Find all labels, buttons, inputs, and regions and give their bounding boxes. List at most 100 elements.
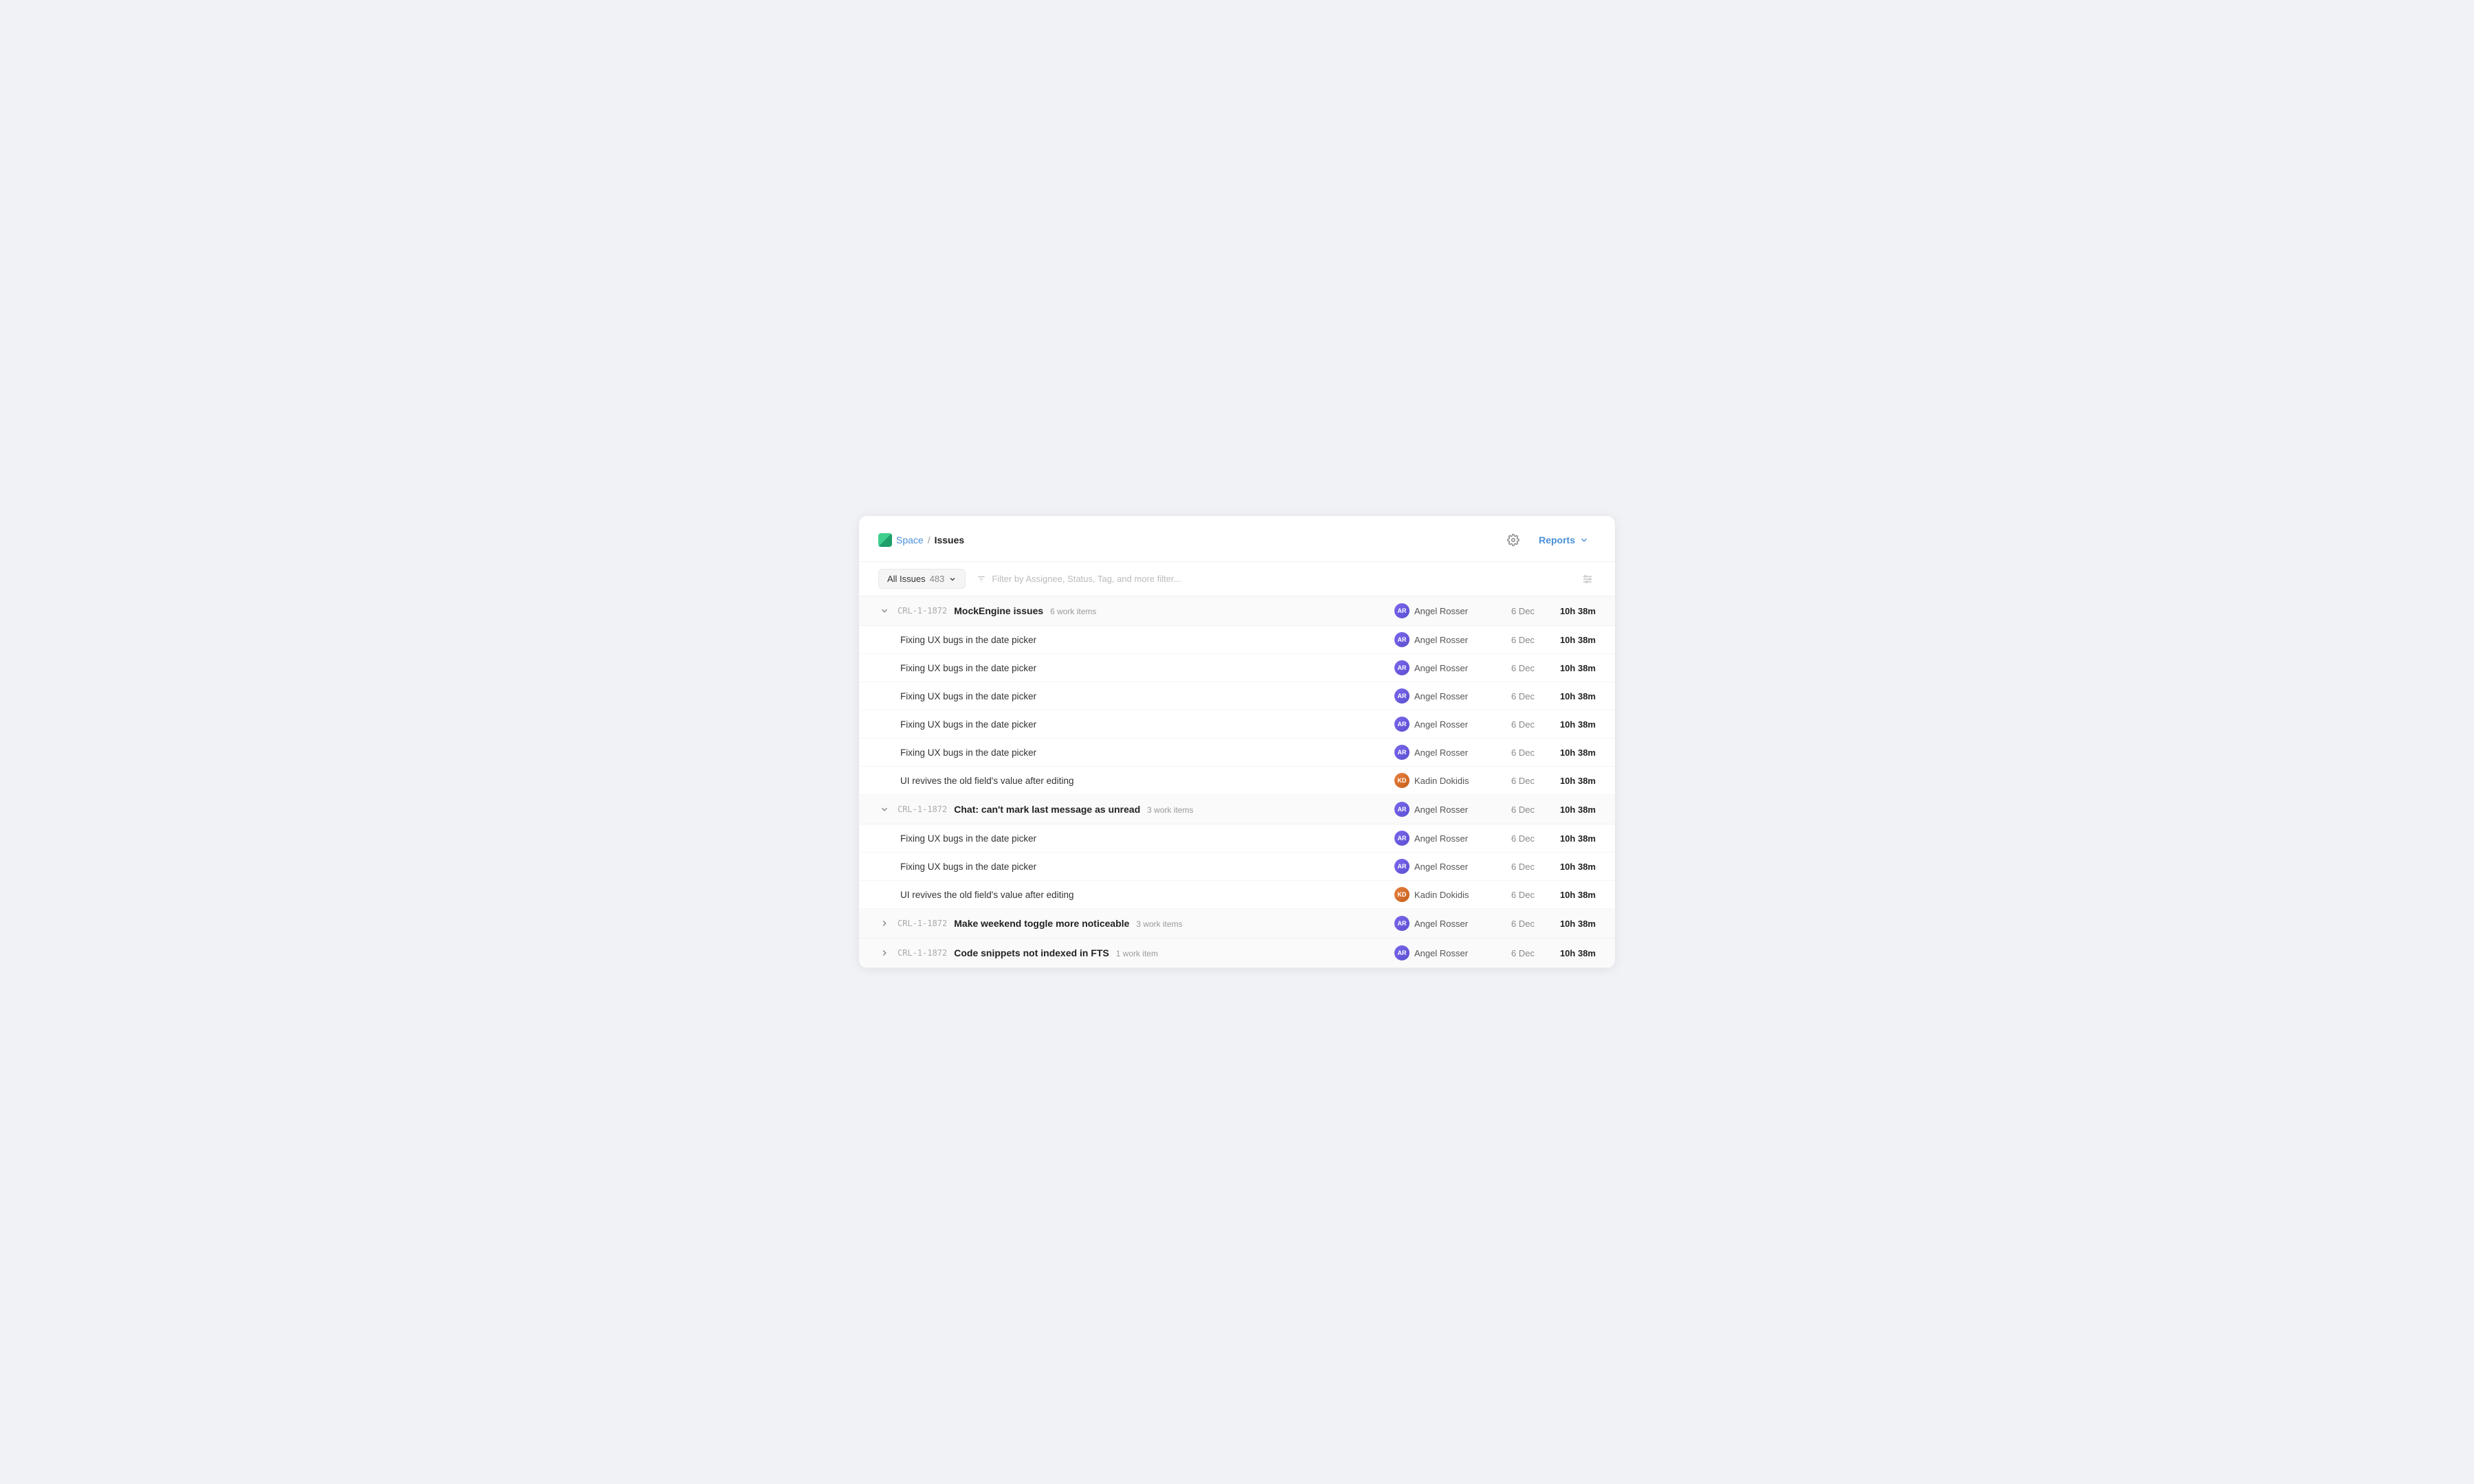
settings-button[interactable] [1503, 530, 1524, 550]
time-cell: 10h 38m [1551, 635, 1596, 645]
time-cell: 10h 38m [1551, 776, 1596, 786]
table-row[interactable]: Fixing UX bugs in the date picker AR Ang… [859, 654, 1615, 682]
filter-settings-button[interactable] [1579, 571, 1596, 587]
issues-table: CRL-1-1872 MockEngine issues 6 work item… [859, 596, 1615, 968]
assignee-name: Angel Rosser [1414, 948, 1468, 958]
breadcrumb-separator: / [928, 535, 930, 546]
group-meta: AR Angel Rosser 6 Dec 10h 38m [1394, 802, 1596, 817]
row-meta: KD Kadin Dokidis 6 Dec 10h 38m [1394, 887, 1596, 902]
work-items-badge: 3 work items [1136, 919, 1182, 929]
avatar: AR [1394, 802, 1409, 817]
group-id: CRL-1-1872 [898, 606, 947, 616]
table-row[interactable]: Fixing UX bugs in the date picker AR Ang… [859, 739, 1615, 767]
time-cell: 10h 38m [1551, 691, 1596, 701]
group-row[interactable]: CRL-1-1872 Make weekend toggle more noti… [859, 909, 1615, 938]
work-items-badge: 6 work items [1050, 607, 1096, 616]
all-issues-filter-button[interactable]: All Issues 483 [878, 569, 966, 589]
assignee-cell: KD Kadin Dokidis [1394, 887, 1484, 902]
filter-area: Filter by Assignee, Status, Tag, and mor… [977, 574, 1568, 584]
assignee-name: Angel Rosser [1414, 805, 1468, 815]
table-row[interactable]: UI revives the old field's value after e… [859, 767, 1615, 795]
row-title: Fixing UX bugs in the date picker [900, 719, 1388, 730]
date-cell: 6 Dec [1500, 635, 1535, 645]
header: Space / Issues Reports [859, 516, 1615, 562]
assignee-cell: AR Angel Rosser [1394, 632, 1484, 647]
filter-label: All Issues [887, 574, 926, 584]
main-card: Space / Issues Reports All Issues 483 [859, 516, 1615, 968]
date-cell: 6 Dec [1500, 719, 1535, 730]
assignee-cell: AR Angel Rosser [1394, 745, 1484, 760]
filter-placeholder: Filter by Assignee, Status, Tag, and mor… [992, 574, 1181, 584]
date-cell: 6 Dec [1500, 663, 1535, 673]
avatar: AR [1394, 945, 1409, 960]
table-row[interactable]: Fixing UX bugs in the date picker AR Ang… [859, 853, 1615, 881]
date-cell: 6 Dec [1500, 833, 1535, 844]
time-cell: 10h 38m [1551, 606, 1596, 616]
assignee-name: Angel Rosser [1414, 719, 1468, 730]
space-icon [878, 533, 892, 547]
time-cell: 10h 38m [1551, 747, 1596, 758]
table-row[interactable]: Fixing UX bugs in the date picker AR Ang… [859, 710, 1615, 739]
table-row[interactable]: Fixing UX bugs in the date picker AR Ang… [859, 626, 1615, 654]
chevron-down-icon [1579, 535, 1589, 545]
table-row[interactable]: Fixing UX bugs in the date picker AR Ang… [859, 682, 1615, 710]
row-title: Fixing UX bugs in the date picker [900, 691, 1388, 701]
avatar: AR [1394, 660, 1409, 675]
avatar: AR [1394, 688, 1409, 704]
assignee-name: Kadin Dokidis [1414, 776, 1469, 786]
space-link[interactable]: Space [896, 535, 924, 546]
assignee-name: Angel Rosser [1414, 663, 1468, 673]
avatar: KD [1394, 887, 1409, 902]
group-row[interactable]: CRL-1-1872 Code snippets not indexed in … [859, 938, 1615, 968]
assignee-cell: AR Angel Rosser [1394, 688, 1484, 704]
toolbar: All Issues 483 Filter by Assignee, Statu… [859, 562, 1615, 596]
time-cell: 10h 38m [1551, 719, 1596, 730]
expand-collapse-button[interactable] [878, 803, 891, 816]
group-meta: AR Angel Rosser 6 Dec 10h 38m [1394, 603, 1596, 618]
time-cell: 10h 38m [1551, 919, 1596, 929]
time-cell: 10h 38m [1551, 805, 1596, 815]
row-title: Fixing UX bugs in the date picker [900, 635, 1388, 645]
assignee-name: Angel Rosser [1414, 691, 1468, 701]
table-row[interactable]: Fixing UX bugs in the date picker AR Ang… [859, 824, 1615, 853]
row-meta: AR Angel Rosser 6 Dec 10h 38m [1394, 660, 1596, 675]
assignee-cell: AR Angel Rosser [1394, 717, 1484, 732]
date-cell: 6 Dec [1500, 805, 1535, 815]
assignee-name: Angel Rosser [1414, 833, 1468, 844]
filter-settings-icon [1582, 574, 1593, 585]
assignee-cell: AR Angel Rosser [1394, 831, 1484, 846]
avatar: AR [1394, 717, 1409, 732]
expand-collapse-button[interactable] [878, 917, 891, 930]
row-meta: AR Angel Rosser 6 Dec 10h 38m [1394, 831, 1596, 846]
assignee-name: Angel Rosser [1414, 606, 1468, 616]
date-cell: 6 Dec [1500, 919, 1535, 929]
assignee-cell: AR Angel Rosser [1394, 660, 1484, 675]
avatar: AR [1394, 859, 1409, 874]
group-row[interactable]: CRL-1-1872 Chat: can't mark last message… [859, 795, 1615, 824]
assignee-name: Angel Rosser [1414, 747, 1468, 758]
header-actions: Reports [1503, 530, 1596, 550]
date-cell: 6 Dec [1500, 747, 1535, 758]
row-meta: AR Angel Rosser 6 Dec 10h 38m [1394, 688, 1596, 704]
group-meta: AR Angel Rosser 6 Dec 10h 38m [1394, 945, 1596, 960]
avatar: KD [1394, 773, 1409, 788]
table-row[interactable]: UI revives the old field's value after e… [859, 881, 1615, 909]
row-title: Fixing UX bugs in the date picker [900, 833, 1388, 844]
expand-collapse-button[interactable] [878, 947, 891, 959]
avatar: AR [1394, 745, 1409, 760]
group-title: Chat: can't mark last message as unread … [954, 804, 1388, 815]
breadcrumb: Space / Issues [878, 533, 964, 547]
row-title: UI revives the old field's value after e… [900, 776, 1388, 786]
issues-count: 483 [930, 574, 945, 584]
avatar: AR [1394, 916, 1409, 931]
reports-button[interactable]: Reports [1532, 530, 1596, 550]
group-row[interactable]: CRL-1-1872 MockEngine issues 6 work item… [859, 596, 1615, 626]
group-title: MockEngine issues 6 work items [954, 605, 1388, 616]
row-meta: AR Angel Rosser 6 Dec 10h 38m [1394, 717, 1596, 732]
row-meta: AR Angel Rosser 6 Dec 10h 38m [1394, 859, 1596, 874]
expand-collapse-button[interactable] [878, 605, 891, 617]
avatar: AR [1394, 632, 1409, 647]
date-cell: 6 Dec [1500, 862, 1535, 872]
date-cell: 6 Dec [1500, 776, 1535, 786]
group-meta: AR Angel Rosser 6 Dec 10h 38m [1394, 916, 1596, 931]
